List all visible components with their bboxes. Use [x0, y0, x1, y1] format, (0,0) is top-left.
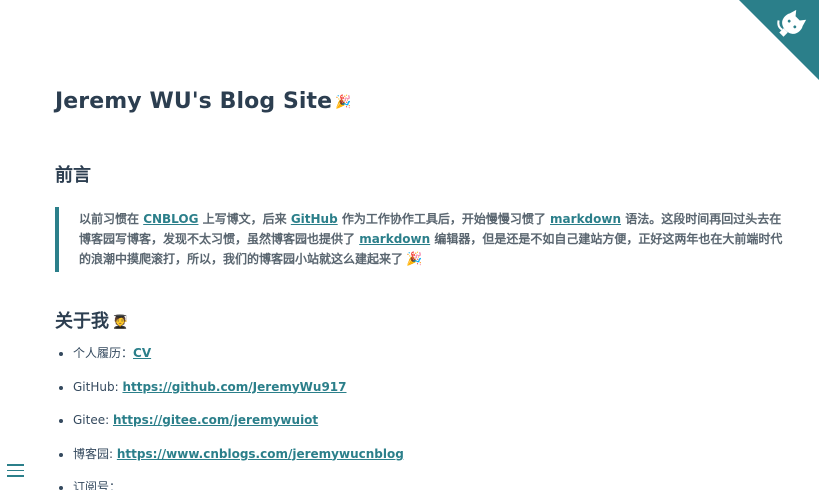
- list-item: 订阅号：: [73, 476, 404, 490]
- cnblogs-label: 博客园:: [73, 446, 117, 461]
- cnblog-link[interactable]: CNBLOG: [143, 212, 198, 226]
- party-popper-icon: 🎉: [335, 94, 352, 110]
- preface-heading: 前言: [55, 165, 91, 186]
- hamburger-icon-bar: [7, 464, 24, 466]
- party-popper-icon: 🎉: [406, 251, 423, 267]
- markdown-link-2[interactable]: markdown: [359, 232, 430, 246]
- preface-text-1: 以前习惯在: [79, 212, 144, 226]
- preface-quote: 以前习惯在 CNBLOG 上写博文，后来 GitHub 作为工作协作工具后，开始…: [55, 207, 787, 272]
- gitee-label: Gitee:: [73, 413, 113, 427]
- list-item: 博客园: https://www.cnblogs.com/jeremywucnb…: [73, 443, 404, 477]
- github-label: GitHub:: [73, 379, 123, 394]
- sidebar-toggle-button[interactable]: [7, 464, 24, 478]
- preface-text-3: 作为工作协作工具后，开始慢慢习惯了: [337, 212, 551, 226]
- about-heading-text: 关于我: [55, 311, 109, 332]
- page: Jeremy WU's Blog Site 🎉 前言 以前习惯在 CNBLOG 上…: [0, 0, 819, 490]
- about-heading: 关于我 🧑‍🎓: [55, 307, 128, 333]
- page-title-text: Jeremy WU's Blog Site: [55, 89, 333, 114]
- github-profile-link[interactable]: https://github.com/JeremyWu917: [122, 380, 346, 394]
- github-link[interactable]: GitHub: [291, 212, 338, 226]
- list-item: 个人履历：CV: [73, 342, 404, 376]
- github-corner-link[interactable]: [739, 0, 819, 80]
- markdown-link[interactable]: markdown: [550, 212, 621, 226]
- student-icon: 🧑‍🎓: [112, 314, 129, 330]
- hamburger-icon-bar: [7, 475, 24, 477]
- cv-link[interactable]: CV: [133, 346, 151, 360]
- cv-label: 个人履历：: [73, 346, 134, 360]
- preface-text-2: 上写博文，后来: [198, 212, 291, 226]
- list-item: Gitee: https://gitee.com/jeremywuiot: [73, 409, 404, 443]
- subscription-label: 订阅号：: [73, 480, 122, 490]
- list-item: GitHub: https://github.com/JeremyWu917: [73, 376, 404, 410]
- github-octocat-icon: [739, 0, 819, 80]
- about-list: 个人履历：CV GitHub: https://github.com/Jerem…: [55, 342, 404, 490]
- hamburger-icon-bar: [7, 469, 24, 471]
- page-title: Jeremy WU's Blog Site 🎉: [55, 89, 351, 114]
- gitee-profile-link[interactable]: https://gitee.com/jeremywuiot: [113, 413, 318, 427]
- cnblogs-profile-link[interactable]: https://www.cnblogs.com/jeremywucnblog: [117, 447, 404, 461]
